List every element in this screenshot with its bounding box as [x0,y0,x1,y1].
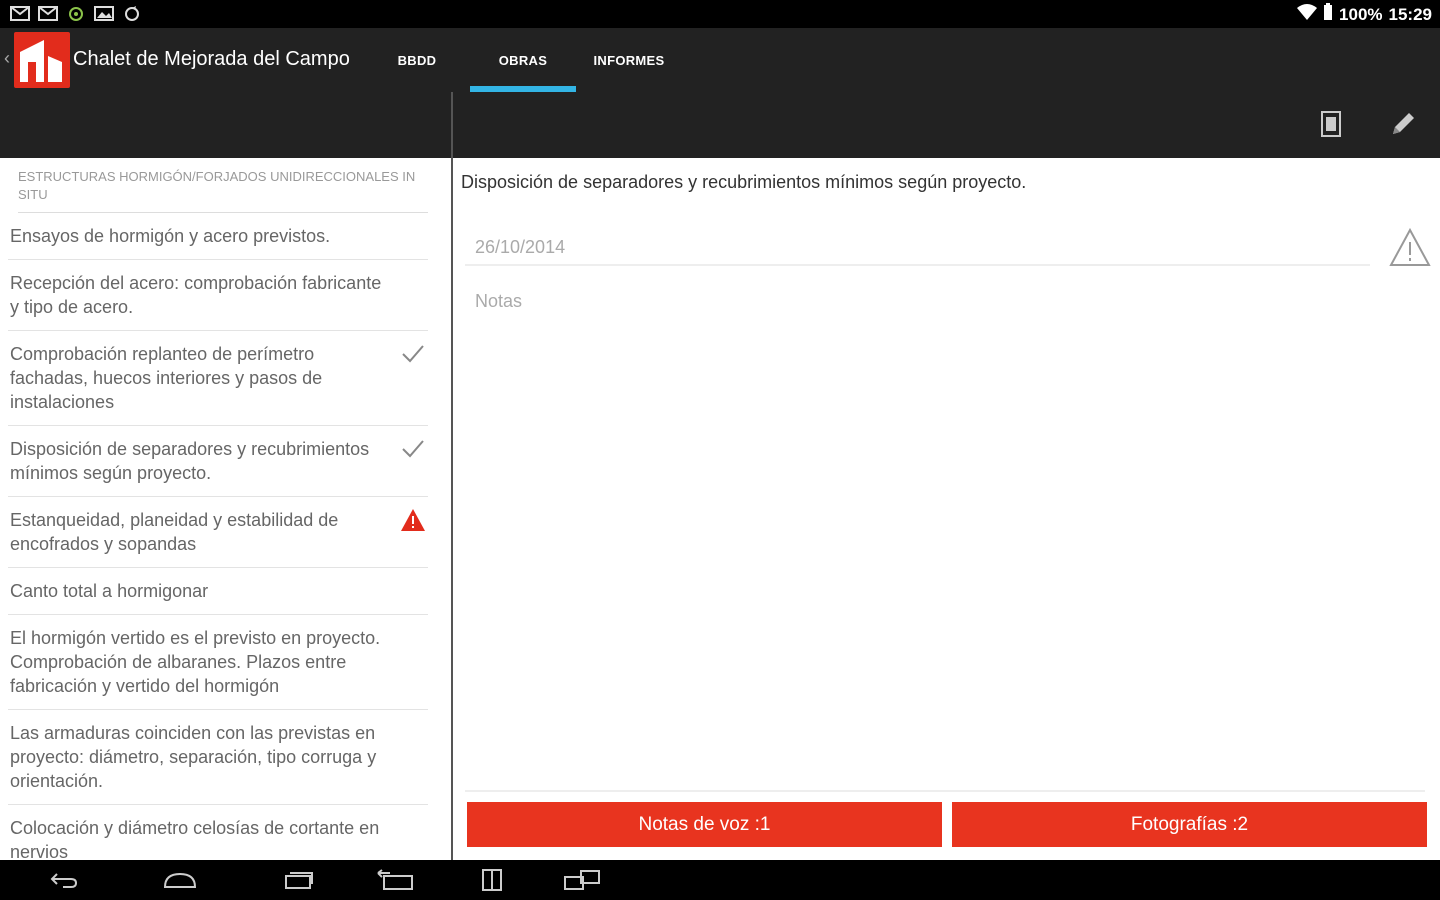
list-item[interactable]: Ensayos de hormigón y acero previstos. [8,213,428,260]
checklist-pane: ESTRUCTURAS HORMIGÓN/FORJADOS UNIDIRECCI… [0,158,451,860]
warning-toggle-icon[interactable] [1388,226,1432,270]
system-status: 100% 15:29 [1297,3,1432,26]
list-item-label: Las armaduras coinciden con las prevista… [10,723,377,791]
battery-level: 100% [1339,4,1383,24]
notification-icons [10,5,142,22]
list-item[interactable]: Disposición de separadores y recubrimien… [8,426,428,497]
list-item[interactable]: Canto total a hormigonar [8,568,428,615]
navigation-bar [0,860,1440,900]
tab-bbdd[interactable]: BBDD [364,28,470,92]
list-toolbar [0,92,451,158]
recent-apps-icon[interactable] [278,866,318,894]
action-bar: ‹ Chalet de Mejorada del Campo BBDD OBRA… [0,28,1440,92]
list-item-label: Disposición de separadores y recubrimien… [10,439,370,483]
android-icon [66,5,86,22]
battery-icon [1323,3,1333,26]
mail-icon [10,5,30,22]
list-item-label: Ensayos de hormigón y acero previstos. [10,226,331,246]
list-item-label: El hormigón vertido es el previsto en pr… [10,628,381,696]
split-view-icon[interactable] [472,866,512,894]
photos-button[interactable]: Fotografías :2 [952,802,1427,847]
screenshot-icon[interactable] [376,866,416,894]
list-item[interactable]: Las armaduras coinciden con las prevista… [8,710,428,805]
image-icon [94,5,114,22]
section-header: ESTRUCTURAS HORMIGÓN/FORJADOS UNIDIRECCI… [18,168,428,213]
multi-window-icon[interactable] [562,866,602,894]
list-item-label: Recepción del acero: comprobación fabric… [10,273,382,317]
sync-icon [122,5,142,22]
wifi-icon [1297,4,1318,25]
back-icon[interactable] [44,866,84,894]
document-icon[interactable] [1309,102,1353,146]
tab-obras[interactable]: OBRAS [470,28,576,92]
warning-icon [400,507,426,533]
list-item[interactable]: Recepción del acero: comprobación fabric… [8,260,428,331]
mail-icon [38,5,58,22]
list-item[interactable]: Colocación y diámetro celosías de cortan… [8,805,428,860]
status-bar: 100% 15:29 [0,0,1440,28]
app-logo[interactable] [14,32,70,88]
notes-field[interactable]: Notas [465,286,1425,792]
checkmark-icon [400,436,426,462]
list-item[interactable]: Comprobación replanteo de perímetro fach… [8,331,428,426]
list-item-label: Canto total a hormigonar [10,581,209,601]
detail-toolbar [453,92,1440,158]
tab-informes[interactable]: INFORMES [576,28,682,92]
checkmark-icon [400,341,426,367]
list-item[interactable]: Estanqueidad, planeidad y estabilidad de… [8,497,428,568]
list-item-label: Comprobación replanteo de perímetro fach… [10,344,323,412]
app-title: Chalet de Mejorada del Campo [73,48,350,70]
list-item[interactable]: El hormigón vertido es el previsto en pr… [8,615,428,710]
list-item-label: Estanqueidad, planeidad y estabilidad de… [10,510,339,554]
detail-title: Disposición de separadores y recubrimien… [461,172,1027,192]
clock: 15:29 [1388,4,1432,24]
edit-pencil-icon[interactable] [1381,102,1425,146]
home-icon[interactable] [160,866,200,894]
list-item-label: Colocación y diámetro celosías de cortan… [10,818,380,860]
voice-notes-button[interactable]: Notas de voz :1 [467,802,942,847]
date-field[interactable]: 26/10/2014 [465,232,1370,266]
detail-pane: Disposición de separadores y recubrimien… [453,158,1440,860]
up-chevron-icon[interactable]: ‹ [4,48,10,69]
